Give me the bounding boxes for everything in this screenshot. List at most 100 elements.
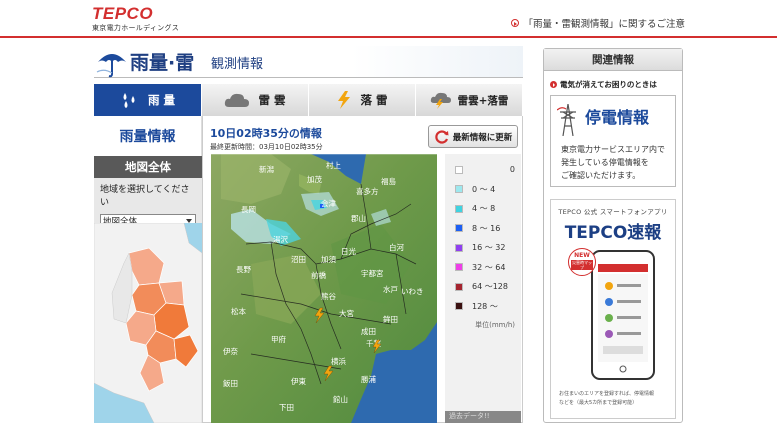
arrow-bullet-icon <box>511 19 520 27</box>
page-title: 雨量·雷 <box>130 52 195 74</box>
tab-thundercloud[interactable]: 雷 雲 <box>202 84 309 116</box>
cloud-icon <box>225 93 250 107</box>
tab-rain-label: 雨 量 <box>147 93 175 107</box>
tepco-logo[interactable]: TEPCO 東京電力ホールディングス <box>92 5 179 33</box>
tab-thundercloud-label: 雷 雲 <box>258 93 286 107</box>
legend-label: 0 <box>509 165 515 175</box>
legend-swatch <box>455 185 463 194</box>
lightning-icon <box>338 91 351 109</box>
logo-text: TEPCO <box>92 4 154 23</box>
site-header: TEPCO 東京電力ホールディングス 「雨量・雷観測情報」に関するご注意 <box>0 0 777 38</box>
logo-subtitle: 東京電力ホールディングス <box>92 24 180 32</box>
map-label: 伊東 <box>291 376 306 386</box>
rain-radar-map[interactable]: 加茂 新潟 村上 喜多方 郡山 福島 加須 湯沢 白河 長岡 会津 いわき 日光… <box>211 154 437 423</box>
power-tower-icon <box>557 104 576 136</box>
map-label: 水戸 <box>383 284 398 294</box>
legend-swatch <box>455 165 463 174</box>
map-label: 郡山 <box>351 213 366 223</box>
legend-swatch <box>455 243 463 252</box>
legend-label: 32 ～ 64 <box>472 262 506 272</box>
notice-link[interactable]: 「雨量・雷観測情報」に関するご注意 <box>511 16 685 30</box>
cloud-lightning-icon <box>430 92 451 109</box>
legend-label: 128 ～ <box>472 301 498 311</box>
map-label: 喜多方 <box>356 186 379 196</box>
tab-thundercloud-lightning[interactable]: 雷雲+落雷 <box>416 84 523 116</box>
radar-map-svg: 加茂 新潟 村上 喜多方 郡山 福島 加須 湯沢 白河 長岡 会津 いわき 日光… <box>211 154 437 423</box>
new-badge-label: NEW <box>574 252 590 259</box>
tab-rain[interactable]: 雨 量 <box>94 84 202 116</box>
tepco-app-banner[interactable]: TEPCO 公式 スマートフォンアプリ TEPCO速報 NEW 災害時マップ お… <box>550 199 676 419</box>
app-footnote: お住まいのエリアを登録すれば、停電情報 などを（最大5カ所まで登録可能） <box>559 390 654 408</box>
map-label: 加茂 <box>307 174 322 184</box>
outage-title: 停電情報 <box>585 108 650 127</box>
new-badge: NEW 災害時マップ <box>568 248 596 276</box>
legend-row: 4 ～ 8 <box>445 199 521 219</box>
map-label: 長岡 <box>241 205 256 214</box>
legend-label: 0 ～ 4 <box>472 184 496 194</box>
page-subtitle: 観測情報 <box>211 57 264 72</box>
map-label: 加須 <box>321 254 336 264</box>
map-label: 長野 <box>236 265 251 274</box>
outage-text-line: 東京電力サービスエリア内で <box>561 145 665 154</box>
legend-swatch <box>455 263 463 272</box>
map-label: 飯田 <box>223 378 238 388</box>
phone-illustration <box>591 250 655 380</box>
map-label: 伊奈 <box>223 346 238 356</box>
map-label: 大宮 <box>339 308 354 318</box>
refresh-button[interactable]: 最新情報に更新 <box>428 125 518 148</box>
legend-label: 16 ～ 32 <box>472 243 506 253</box>
map-label: 鉾田 <box>383 314 398 324</box>
app-title: TEPCO速報 <box>564 223 662 243</box>
legend-label: 8 ～ 16 <box>472 223 501 233</box>
power-outage-help-link[interactable]: 電気が消えてお困りのときは <box>544 71 682 90</box>
map-label: 成田 <box>361 326 376 336</box>
map-label: いわき <box>401 287 424 296</box>
legend-label: 64 ～128 <box>472 282 508 292</box>
map-label: 熊谷 <box>321 291 336 301</box>
map-label: 湯沢 <box>273 234 288 244</box>
legend-row: 128 ～ <box>445 297 521 317</box>
left-panel: 雨量情報 地図全体 地域を選択してください 地図全体 <box>94 116 202 423</box>
rain-drops-icon <box>123 93 135 108</box>
map-label: 館山 <box>333 394 348 404</box>
legend-swatch <box>455 282 463 291</box>
sidebar-heading: 関連情報 <box>544 49 682 71</box>
outage-text-line: ご確認いただけます。 <box>561 171 641 180</box>
app-footnote-line: などを（最大5カ所まで登録可能） <box>559 400 638 406</box>
refresh-icon <box>435 129 449 144</box>
page-title-bar: 雨量·雷 観測情報 <box>94 46 523 78</box>
rain-legend: 0 0 ～ 4 4 ～ 8 8 ～ 16 16 ～ 32 32 ～ 64 64 … <box>445 154 521 423</box>
map-all-button[interactable]: 地図全体 <box>94 156 202 178</box>
map-label: 宇都宮 <box>361 268 384 278</box>
legend-swatch <box>455 302 463 311</box>
past-data-link[interactable]: 過去データ!! <box>445 411 521 423</box>
region-select-area: 地域を選択してください 地図全体 <box>94 178 202 227</box>
map-label: 沼田 <box>291 255 306 264</box>
app-footnote-line: お住まいのエリアを登録すれば、停電情報 <box>559 391 655 397</box>
map-label: 福島 <box>381 176 396 186</box>
outage-info-banner[interactable]: 停電情報 東京電力サービスエリア内で 発生している停電情報を ご確認いただけます… <box>550 95 676 187</box>
tab-thundercloud-lightning-label: 雷雲+落雷 <box>457 94 509 107</box>
map-label: 横浜 <box>331 356 346 366</box>
legend-row: 64 ～128 <box>445 277 521 297</box>
legend-row: 0 <box>445 160 521 180</box>
arrow-bullet-icon <box>550 81 557 88</box>
power-outage-help-label: 電気が消えてお困りのときは <box>560 80 657 89</box>
map-label: 松本 <box>231 306 246 316</box>
tab-lightning-label: 落 雷 <box>360 93 388 107</box>
legend-unit: 単位(mm/h) <box>475 321 515 329</box>
region-minimap[interactable] <box>94 223 202 423</box>
umbrella-icon <box>96 54 126 78</box>
tab-lightning[interactable]: 落 雷 <box>309 84 416 116</box>
legend-swatch <box>455 224 463 233</box>
legend-label: 4 ～ 8 <box>472 204 496 214</box>
chevron-down-icon <box>186 218 192 223</box>
new-badge-sub: 災害時マップ <box>571 260 593 270</box>
tab-bar: 雨 量 雷 雲 落 雷 雷雲+落雷 <box>94 84 523 116</box>
legend-row: 16 ～ 32 <box>445 238 521 258</box>
map-label: 下田 <box>279 403 294 412</box>
legend-row: 0 ～ 4 <box>445 180 521 200</box>
legend-row: 8 ～ 16 <box>445 219 521 239</box>
last-updated-time: 最終更新時間：03月10日02時35分 <box>210 143 323 151</box>
notice-text: 「雨量・雷観測情報」に関するご注意 <box>523 19 685 30</box>
